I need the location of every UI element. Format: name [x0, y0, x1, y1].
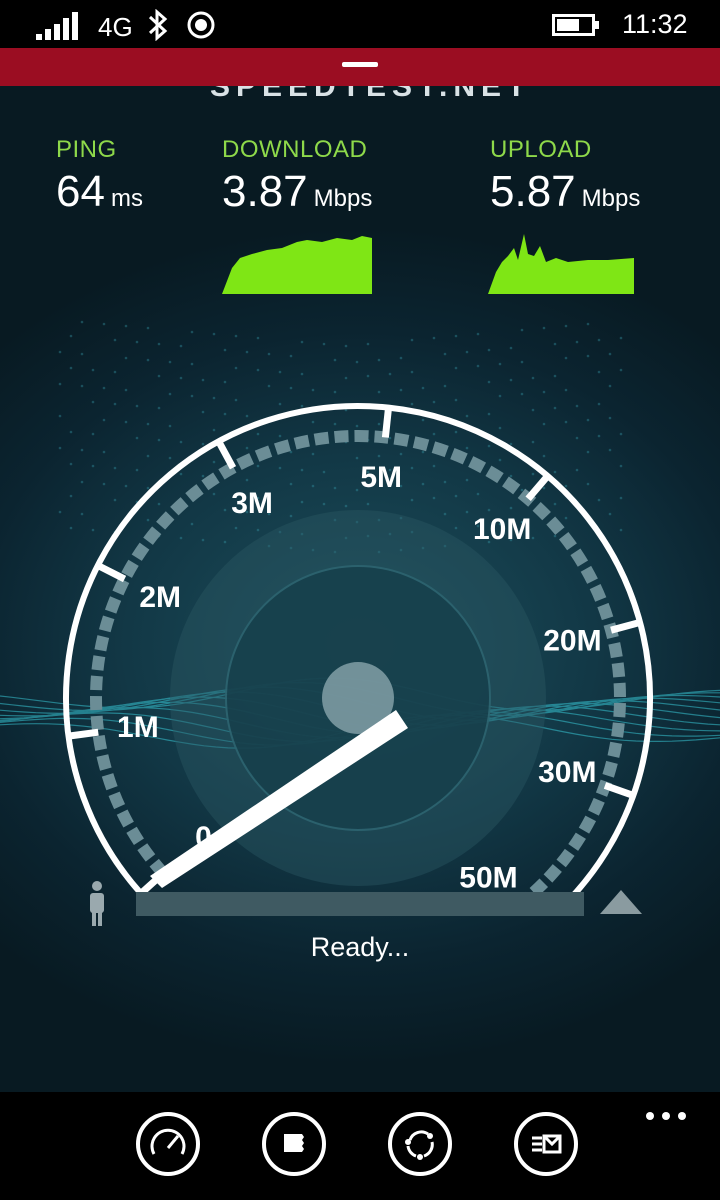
- upload-value-row: 5.87 Mbps: [490, 168, 640, 223]
- upload-metric: UPLOAD 5.87 Mbps: [490, 136, 640, 223]
- download-value: 3.87: [222, 167, 308, 216]
- battery-icon: [552, 14, 599, 36]
- ping-metric: PING 64 ms: [56, 136, 143, 223]
- upload-label: UPLOAD: [490, 136, 592, 163]
- speed-gauge: 01M2M3M5M10M20M30M50M: [63, 403, 653, 896]
- test-status: Ready...: [310, 932, 410, 962]
- gauge-label: 50M: [459, 862, 517, 895]
- share-icon: [405, 1130, 434, 1160]
- upload-unit: Mbps: [581, 185, 641, 212]
- ping-label: PING: [56, 136, 117, 163]
- title-handle[interactable]: [342, 62, 378, 67]
- feedback-icon: [532, 1134, 562, 1154]
- signal-icon: [36, 12, 78, 40]
- gauge-label: 3M: [231, 487, 273, 520]
- results-icon: [284, 1134, 304, 1152]
- gauge-label: 2M: [139, 581, 181, 614]
- gauge-label: 20M: [543, 625, 601, 658]
- gauge-tick: [215, 439, 237, 470]
- download-graph: [222, 236, 372, 294]
- download-metric: DOWNLOAD 3.87 Mbps: [222, 136, 372, 223]
- ping-value: 64: [56, 167, 105, 216]
- feedback-button[interactable]: [514, 1112, 578, 1176]
- app-logo: SPEEDTEST.NET: [210, 86, 532, 103]
- gauge-tick: [381, 407, 393, 438]
- gauge-label: 1M: [117, 711, 159, 744]
- upload-value: 5.87: [490, 167, 576, 216]
- location-icon: [187, 11, 215, 39]
- speedtest-screen: SPEEDTEST.NET PING 64 ms DOWNLOAD 3.87 Mbp…: [0, 86, 720, 1092]
- gauge-label: 10M: [473, 513, 531, 546]
- test-progress-bar: [136, 892, 584, 916]
- ping-value-row: 64 ms: [56, 168, 143, 223]
- upload-graph: [488, 234, 634, 294]
- share-button[interactable]: [388, 1112, 452, 1176]
- app-bar: [0, 1092, 720, 1200]
- status-bar: 4G 11:32: [0, 0, 720, 48]
- results-button[interactable]: [262, 1112, 326, 1176]
- bluetooth-icon: [148, 9, 168, 41]
- title-bar[interactable]: [0, 48, 720, 86]
- clock: 11:32: [622, 9, 688, 39]
- server-icon: [600, 890, 642, 914]
- gauge-label: 5M: [360, 461, 402, 494]
- download-label: DOWNLOAD: [222, 136, 368, 163]
- network-type: 4G: [98, 12, 133, 42]
- gauge-tick: [603, 782, 635, 799]
- gauge-tick: [96, 562, 127, 583]
- download-unit: Mbps: [313, 185, 373, 212]
- gauge-label: 30M: [538, 756, 596, 789]
- gauge-tick: [68, 728, 99, 740]
- download-value-row: 3.87 Mbps: [222, 168, 372, 223]
- speedtest-button[interactable]: [136, 1112, 200, 1176]
- ping-unit: ms: [110, 185, 143, 212]
- speedometer-icon: [150, 1128, 186, 1155]
- more-icon[interactable]: [644, 1110, 688, 1122]
- gauge-tick: [525, 473, 551, 502]
- person-icon: [90, 881, 104, 926]
